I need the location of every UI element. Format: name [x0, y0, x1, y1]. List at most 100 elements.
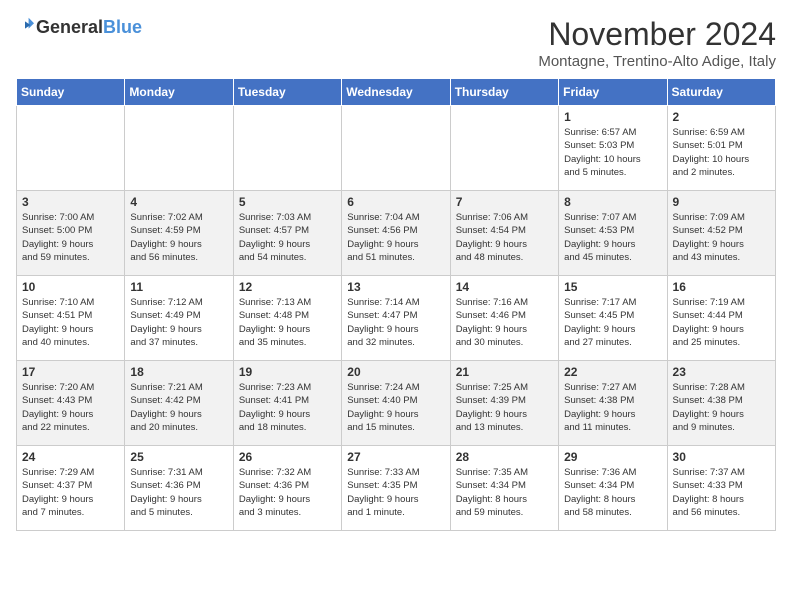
day-info: Sunrise: 7:19 AM Sunset: 4:44 PM Dayligh… — [673, 296, 770, 349]
calendar-cell: 3Sunrise: 7:00 AM Sunset: 5:00 PM Daylig… — [17, 191, 125, 276]
day-number: 23 — [673, 365, 770, 379]
day-info: Sunrise: 6:57 AM Sunset: 5:03 PM Dayligh… — [564, 126, 661, 179]
calendar-cell: 6Sunrise: 7:04 AM Sunset: 4:56 PM Daylig… — [342, 191, 450, 276]
logo-icon — [16, 16, 34, 34]
day-number: 1 — [564, 110, 661, 124]
day-number: 7 — [456, 195, 553, 209]
calendar-cell: 11Sunrise: 7:12 AM Sunset: 4:49 PM Dayli… — [125, 276, 233, 361]
day-info: Sunrise: 7:25 AM Sunset: 4:39 PM Dayligh… — [456, 381, 553, 434]
day-info: Sunrise: 7:02 AM Sunset: 4:59 PM Dayligh… — [130, 211, 227, 264]
day-info: Sunrise: 7:03 AM Sunset: 4:57 PM Dayligh… — [239, 211, 336, 264]
day-number: 20 — [347, 365, 444, 379]
day-number: 2 — [673, 110, 770, 124]
calendar-cell: 5 Sunrise: 7:03 AM Sunset: 4:57 PM Daylig… — [233, 191, 341, 276]
weekday-header-sunday: Sunday — [17, 79, 125, 106]
weekday-header-friday: Friday — [559, 79, 667, 106]
calendar-body: 1 Sunrise: 6:57 AM Sunset: 5:03 PM Daylig… — [17, 106, 776, 531]
weekday-header-thursday: Thursday — [450, 79, 558, 106]
day-number: 21 — [456, 365, 553, 379]
calendar-cell: 27Sunrise: 7:33 AM Sunset: 4:35 PM Dayli… — [342, 446, 450, 531]
day-info: Sunrise: 7:09 AM Sunset: 4:52 PM Dayligh… — [673, 211, 770, 264]
calendar-cell: 25 Sunrise: 7:31 AM Sunset: 4:36 PM Dayli… — [125, 446, 233, 531]
calendar-cell: 20Sunrise: 7:24 AM Sunset: 4:40 PM Dayli… — [342, 361, 450, 446]
day-info: Sunrise: 6:59 AM Sunset: 5:01 PM Dayligh… — [673, 126, 770, 179]
calendar-cell: 10 Sunrise: 7:10 AM Sunset: 4:51 PM Dayli… — [17, 276, 125, 361]
day-info: Sunrise: 7:00 AM Sunset: 5:00 PM Dayligh… — [22, 211, 119, 264]
day-info: Sunrise: 7:13 AM Sunset: 4:48 PM Dayligh… — [239, 296, 336, 349]
title-block: November 2024 Montagne, Trentino-Alto Ad… — [538, 16, 776, 70]
calendar-week-1: 1 Sunrise: 6:57 AM Sunset: 5:03 PM Daylig… — [17, 106, 776, 191]
day-number: 13 — [347, 280, 444, 294]
calendar-cell: 29Sunrise: 7:36 AM Sunset: 4:34 PM Dayli… — [559, 446, 667, 531]
calendar-cell: 21 Sunrise: 7:25 AM Sunset: 4:39 PM Dayli… — [450, 361, 558, 446]
calendar-cell: 4 Sunrise: 7:02 AM Sunset: 4:59 PM Daylig… — [125, 191, 233, 276]
day-number: 24 — [22, 450, 119, 464]
day-number: 19 — [239, 365, 336, 379]
day-number: 16 — [673, 280, 770, 294]
calendar-week-4: 17 Sunrise: 7:20 AM Sunset: 4:43 PM Dayli… — [17, 361, 776, 446]
day-info: Sunrise: 7:07 AM Sunset: 4:53 PM Dayligh… — [564, 211, 661, 264]
day-info: Sunrise: 7:32 AM Sunset: 4:36 PM Dayligh… — [239, 466, 336, 519]
weekday-header-tuesday: Tuesday — [233, 79, 341, 106]
calendar-cell: 8 Sunrise: 7:07 AM Sunset: 4:53 PM Daylig… — [559, 191, 667, 276]
calendar-week-2: 3Sunrise: 7:00 AM Sunset: 5:00 PM Daylig… — [17, 191, 776, 276]
day-info: Sunrise: 7:33 AM Sunset: 4:35 PM Dayligh… — [347, 466, 444, 519]
day-info: Sunrise: 7:31 AM Sunset: 4:36 PM Dayligh… — [130, 466, 227, 519]
month-title: November 2024 — [538, 16, 776, 53]
calendar-cell — [342, 106, 450, 191]
logo-text: GeneralBlue — [36, 18, 142, 38]
calendar-cell: 14 Sunrise: 7:16 AM Sunset: 4:46 PM Dayli… — [450, 276, 558, 361]
calendar-cell: 1 Sunrise: 6:57 AM Sunset: 5:03 PM Daylig… — [559, 106, 667, 191]
day-number: 30 — [673, 450, 770, 464]
calendar-cell: 28 Sunrise: 7:35 AM Sunset: 4:34 PM Dayli… — [450, 446, 558, 531]
calendar-table: SundayMondayTuesdayWednesdayThursdayFrid… — [16, 78, 776, 531]
weekday-header-saturday: Saturday — [667, 79, 775, 106]
weekday-header-monday: Monday — [125, 79, 233, 106]
logo: GeneralBlue — [16, 16, 142, 39]
day-info: Sunrise: 7:35 AM Sunset: 4:34 PM Dayligh… — [456, 466, 553, 519]
day-number: 22 — [564, 365, 661, 379]
day-number: 26 — [239, 450, 336, 464]
calendar-cell: 16 Sunrise: 7:19 AM Sunset: 4:44 PM Dayli… — [667, 276, 775, 361]
day-info: Sunrise: 7:14 AM Sunset: 4:47 PM Dayligh… — [347, 296, 444, 349]
day-number: 4 — [130, 195, 227, 209]
calendar-cell — [17, 106, 125, 191]
day-number: 9 — [673, 195, 770, 209]
day-info: Sunrise: 7:28 AM Sunset: 4:38 PM Dayligh… — [673, 381, 770, 434]
calendar-cell: 15Sunrise: 7:17 AM Sunset: 4:45 PM Dayli… — [559, 276, 667, 361]
calendar-cell: 2 Sunrise: 6:59 AM Sunset: 5:01 PM Daylig… — [667, 106, 775, 191]
calendar-cell — [233, 106, 341, 191]
page-header: GeneralBlue November 2024 Montagne, Tren… — [16, 16, 776, 70]
day-info: Sunrise: 7:21 AM Sunset: 4:42 PM Dayligh… — [130, 381, 227, 434]
day-info: Sunrise: 7:20 AM Sunset: 4:43 PM Dayligh… — [22, 381, 119, 434]
weekday-header-wednesday: Wednesday — [342, 79, 450, 106]
calendar-cell: 18 Sunrise: 7:21 AM Sunset: 4:42 PM Dayli… — [125, 361, 233, 446]
day-number: 8 — [564, 195, 661, 209]
day-info: Sunrise: 7:06 AM Sunset: 4:54 PM Dayligh… — [456, 211, 553, 264]
calendar-cell — [450, 106, 558, 191]
day-number: 5 — [239, 195, 336, 209]
day-number: 28 — [456, 450, 553, 464]
day-info: Sunrise: 7:16 AM Sunset: 4:46 PM Dayligh… — [456, 296, 553, 349]
calendar-cell: 26 Sunrise: 7:32 AM Sunset: 4:36 PM Dayli… — [233, 446, 341, 531]
day-info: Sunrise: 7:29 AM Sunset: 4:37 PM Dayligh… — [22, 466, 119, 519]
day-info: Sunrise: 7:12 AM Sunset: 4:49 PM Dayligh… — [130, 296, 227, 349]
calendar-week-5: 24 Sunrise: 7:29 AM Sunset: 4:37 PM Dayli… — [17, 446, 776, 531]
calendar-cell: 17 Sunrise: 7:20 AM Sunset: 4:43 PM Dayli… — [17, 361, 125, 446]
calendar-cell: 23 Sunrise: 7:28 AM Sunset: 4:38 PM Dayli… — [667, 361, 775, 446]
calendar-cell: 12 Sunrise: 7:13 AM Sunset: 4:48 PM Dayli… — [233, 276, 341, 361]
day-number: 18 — [130, 365, 227, 379]
day-number: 29 — [564, 450, 661, 464]
calendar-cell — [125, 106, 233, 191]
day-number: 10 — [22, 280, 119, 294]
calendar-cell: 13 Sunrise: 7:14 AM Sunset: 4:47 PM Dayli… — [342, 276, 450, 361]
day-number: 14 — [456, 280, 553, 294]
calendar-week-3: 10 Sunrise: 7:10 AM Sunset: 4:51 PM Dayli… — [17, 276, 776, 361]
day-info: Sunrise: 7:17 AM Sunset: 4:45 PM Dayligh… — [564, 296, 661, 349]
day-number: 12 — [239, 280, 336, 294]
day-number: 25 — [130, 450, 227, 464]
day-info: Sunrise: 7:27 AM Sunset: 4:38 PM Dayligh… — [564, 381, 661, 434]
day-number: 6 — [347, 195, 444, 209]
day-info: Sunrise: 7:10 AM Sunset: 4:51 PM Dayligh… — [22, 296, 119, 349]
day-number: 17 — [22, 365, 119, 379]
